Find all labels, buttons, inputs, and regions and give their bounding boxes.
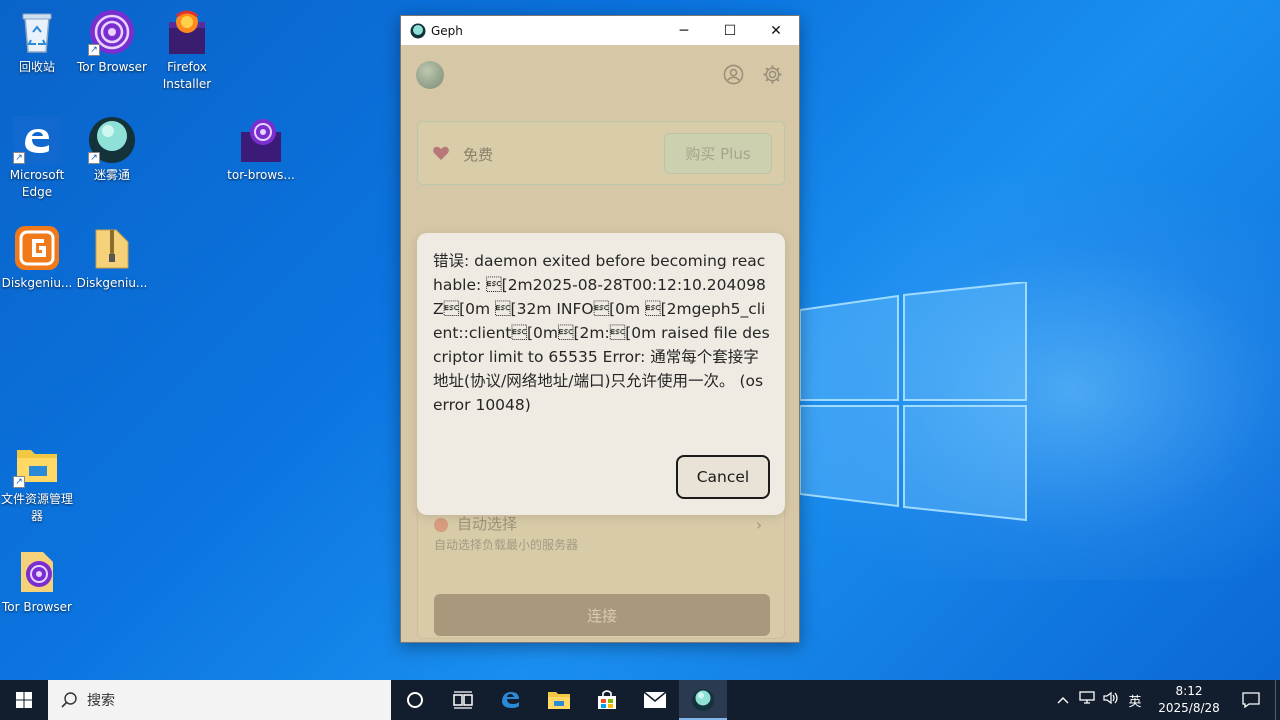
shortcut-arrow-icon: ↗ <box>88 44 100 56</box>
geph-window: Geph ─ ☐ ✕ 免费 购买 Plus 自动选择 自动选择负载最小的服务器 … <box>400 15 800 643</box>
connect-button[interactable]: 连接 <box>434 594 770 636</box>
desktop-icon-label: Diskgeniu... <box>1 276 73 290</box>
folder-icon: ↗ <box>13 440 61 488</box>
geph-icon: ↗ <box>88 116 136 164</box>
geph-logo-icon <box>416 61 444 89</box>
maximize-button[interactable]: ☐ <box>707 16 753 45</box>
shortcut-arrow-icon: ↗ <box>88 152 100 164</box>
geph-app-icon <box>410 23 426 38</box>
error-message: 错误: daemon exited before becoming reacha… <box>433 252 770 414</box>
network-icon[interactable] <box>1075 691 1099 709</box>
desktop-icon-tor-browser[interactable]: ↗ Tor Browser <box>75 8 149 76</box>
taskbar-store[interactable] <box>583 680 631 720</box>
window-title: Geph <box>431 23 463 38</box>
desktop-icon-label: tor-brows... <box>227 168 295 182</box>
diskgenius-icon <box>13 224 61 272</box>
tor-browser-icon <box>13 548 61 596</box>
windows-start-icon <box>16 692 32 708</box>
taskbar-mail[interactable] <box>631 680 679 720</box>
clock-date: 2025/8/28 <box>1158 701 1220 715</box>
desktop-icon-label: Tor Browser <box>76 60 147 74</box>
desktop-icon-diskgenius[interactable]: Diskgeniu... <box>0 224 74 292</box>
folder-icon <box>548 692 570 709</box>
tor-browser-icon: ↗ <box>88 8 136 56</box>
chevron-up-icon[interactable] <box>1051 693 1075 708</box>
search-icon <box>61 692 77 708</box>
cortana-button[interactable] <box>391 680 439 720</box>
edge-icon: ↗ <box>13 116 61 164</box>
plan-label: 免费 <box>463 146 494 164</box>
windows-logo-wallpaper <box>799 280 1028 522</box>
desktop-icon-label: Firefox Installer <box>162 60 212 91</box>
close-button[interactable]: ✕ <box>753 16 799 45</box>
search-placeholder: 搜索 <box>87 693 115 709</box>
mail-icon <box>643 691 667 708</box>
status-dot-icon <box>434 518 448 532</box>
desktop-icon-recycle-bin[interactable]: 回收站 <box>0 8 74 76</box>
desktop-icon-diskgenius-zip[interactable]: Diskgeniu... <box>75 224 149 292</box>
chevron-right-icon[interactable]: › <box>756 516 762 534</box>
server-select-subtitle: 自动选择负载最小的服务器 <box>434 538 579 552</box>
desktop-icon-geph[interactable]: ↗ 迷雾通 <box>75 116 149 184</box>
desktop-icon-label: Tor Browser <box>1 600 72 614</box>
taskbar-edge[interactable] <box>487 680 535 720</box>
start-button[interactable] <box>0 680 48 720</box>
task-view-button[interactable] <box>439 680 487 720</box>
geph-icon <box>692 689 714 711</box>
desktop-icon-label: 迷雾通 <box>93 168 130 182</box>
cancel-button[interactable]: Cancel <box>676 455 770 499</box>
clock[interactable]: 8:12 2025/8/28 <box>1151 683 1227 717</box>
app-body: 免费 购买 Plus 自动选择 自动选择负载最小的服务器 › 连接 错误: da… <box>401 45 799 643</box>
tor-browser-folder-icon <box>237 116 285 164</box>
plan-card: 免费 购买 Plus <box>417 121 785 185</box>
recycle-bin-icon <box>13 8 61 56</box>
buy-plus-button[interactable]: 购买 Plus <box>664 133 772 174</box>
desktop-icon-label: 文件资源管理器 <box>0 492 73 523</box>
minimize-button[interactable]: ─ <box>661 16 707 45</box>
notification-icon <box>1242 692 1260 708</box>
firefox-installer-icon <box>163 8 211 56</box>
account-icon[interactable] <box>723 64 744 85</box>
taskbar-search-box[interactable]: 搜索 <box>48 680 391 720</box>
desktop-icon-tor-browser-folder[interactable]: tor-brows... <box>224 116 298 184</box>
desktop-icon-firefox-installer[interactable]: Firefox Installer <box>150 8 224 93</box>
store-icon <box>598 690 616 709</box>
edge-icon <box>502 692 519 708</box>
desktop-icon-label: Microsoft Edge <box>9 168 65 199</box>
shortcut-arrow-icon: ↗ <box>13 152 25 164</box>
desktop-icon-label: 回收站 <box>18 60 55 74</box>
gear-icon[interactable] <box>762 64 783 85</box>
clock-time: 8:12 <box>1175 684 1203 698</box>
desktop-icon-file-explorer[interactable]: ↗ 文件资源管理器 <box>0 440 74 525</box>
server-select-title[interactable]: 自动选择 <box>457 513 517 534</box>
desktop-icon-label: Diskgeniu... <box>76 276 148 290</box>
taskbar: 搜索 英 8:12 2025/8/28 <box>0 680 1280 720</box>
action-center-button[interactable] <box>1227 680 1275 720</box>
heart-icon <box>433 146 449 160</box>
title-bar[interactable]: Geph ─ ☐ ✕ <box>401 16 799 45</box>
shortcut-arrow-icon: ↗ <box>13 476 25 488</box>
desktop-icon-tor-browser-2[interactable]: Tor Browser <box>0 548 74 616</box>
show-desktop-button[interactable] <box>1275 680 1280 720</box>
ime-indicator[interactable]: 英 <box>1123 691 1147 710</box>
task-view-icon <box>453 691 473 709</box>
error-dialog: 错误: daemon exited before becoming reacha… <box>417 233 785 515</box>
taskbar-geph[interactable] <box>679 680 727 720</box>
volume-icon[interactable] <box>1099 691 1123 709</box>
system-tray: 英 8:12 2025/8/28 <box>1051 680 1280 720</box>
zip-folder-icon <box>88 224 136 272</box>
desktop-icon-microsoft-edge[interactable]: ↗ Microsoft Edge <box>0 116 74 201</box>
cortana-circle-icon <box>407 692 423 708</box>
taskbar-file-explorer[interactable] <box>535 680 583 720</box>
